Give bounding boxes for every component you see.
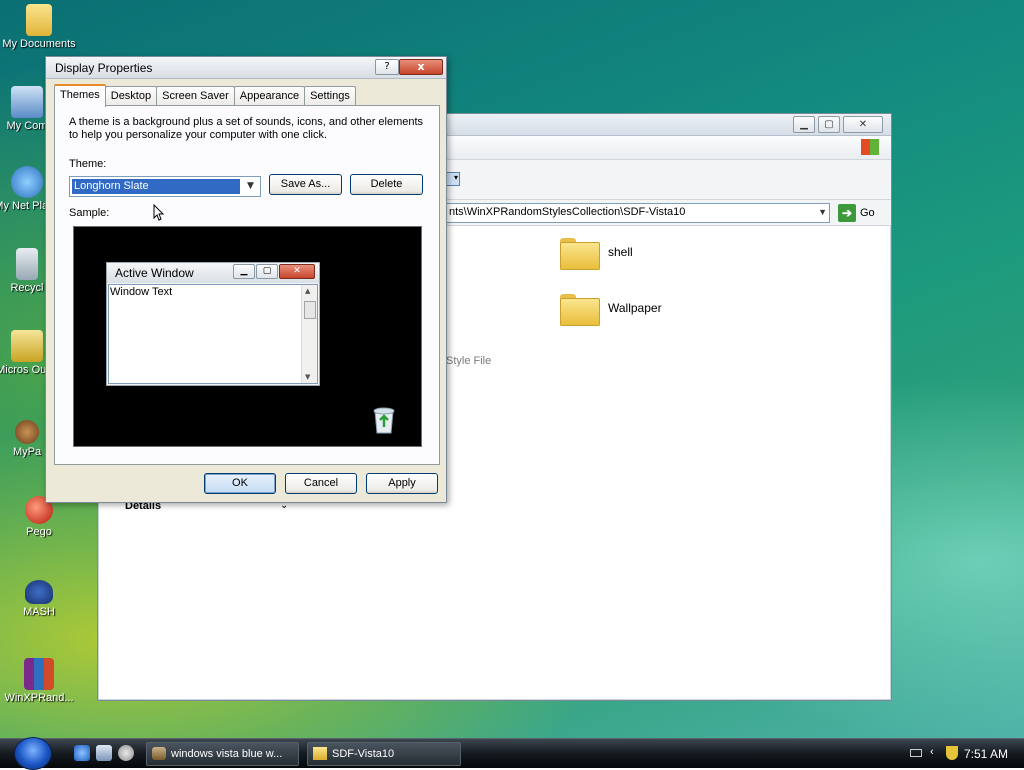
tab-settings[interactable]: Settings	[304, 86, 356, 106]
theme-select[interactable]: Longhorn Slate ▼	[69, 176, 261, 197]
tab-strip: Themes Desktop Screen Saver Appearance S…	[54, 84, 356, 107]
browser-icon	[152, 747, 166, 760]
desktop-manager-icon[interactable]	[96, 745, 112, 761]
chevron-down-icon[interactable]: ▼	[818, 207, 827, 217]
archive-icon	[24, 658, 54, 690]
taskbar-button-explorer[interactable]: SDF-Vista10	[307, 742, 461, 766]
close-button[interactable]: x	[399, 59, 443, 75]
close-icon: ✕	[279, 264, 315, 279]
taskbar-button-browser[interactable]: windows vista blue w...	[146, 742, 299, 766]
app-shortcut-icon	[15, 420, 39, 444]
system-tray: ‹ 7:51 AM	[904, 739, 1024, 769]
themes-description: A theme is a background plus a set of so…	[69, 116, 424, 141]
network-icon	[11, 166, 43, 198]
app-shortcut-icon	[25, 580, 53, 604]
internet-explorer-icon[interactable]	[74, 745, 90, 761]
sample-window-text: Window Text	[110, 286, 173, 298]
keyboard-icon[interactable]	[910, 749, 922, 757]
desktop-icon-label: Pego	[26, 526, 52, 538]
delete-button[interactable]: Delete	[350, 174, 423, 195]
tab-screen-saver[interactable]: Screen Saver	[156, 86, 235, 106]
save-as-button[interactable]: Save As...	[269, 174, 342, 195]
taskbar: windows vista blue w... SDF-Vista10 ‹ 7:…	[0, 737, 1024, 770]
help-button[interactable]: ?	[375, 59, 399, 75]
go-button[interactable]: ➔ Go	[838, 203, 875, 223]
folder-icon	[560, 236, 600, 270]
folder-item-wallpaper[interactable]: Wallpaper	[560, 292, 662, 326]
recycle-bin-icon	[373, 407, 395, 434]
file-type-label: Style File	[446, 355, 492, 367]
theme-sample-preview: Active Window ▁ ▢ ✕ Window Text ▲ ▼	[73, 226, 422, 447]
tab-appearance[interactable]: Appearance	[233, 86, 306, 106]
tab-desktop[interactable]: Desktop	[104, 86, 158, 106]
folder-icon	[26, 4, 52, 36]
display-properties-dialog: Display Properties ? x Themes Desktop Sc…	[45, 56, 447, 503]
scroll-down-icon: ▼	[305, 373, 311, 381]
desktop-icon-label: My Documents	[2, 38, 76, 50]
theme-selected-value: Longhorn Slate	[72, 179, 240, 194]
recycle-bin-icon	[16, 248, 38, 280]
minimize-icon: ▁	[233, 264, 255, 279]
themes-panel: A theme is a background plus a set of so…	[54, 105, 440, 465]
ok-button[interactable]: OK	[204, 473, 276, 494]
folder-name: shell	[608, 245, 633, 259]
sample-active-window: Active Window ▁ ▢ ✕ Window Text ▲ ▼	[106, 262, 320, 386]
maximize-icon: ▢	[256, 264, 278, 279]
clock[interactable]: 7:51 AM	[964, 747, 1008, 761]
windows-logo-icon	[861, 139, 879, 155]
folder-item-shell[interactable]: shell	[560, 236, 633, 270]
minimize-button[interactable]: ▁	[793, 116, 815, 133]
desktop-icon-winxprand[interactable]: WinXPRand...	[0, 658, 78, 704]
cancel-button[interactable]: Cancel	[285, 473, 357, 494]
chevron-down-icon[interactable]: ▼	[242, 178, 259, 195]
desktop: My Documents My Com My Net Place Recycl …	[0, 0, 1024, 738]
media-player-icon[interactable]	[118, 745, 134, 761]
folder-icon	[560, 292, 600, 326]
desktop-icon-mash[interactable]: MASH	[0, 580, 78, 618]
address-input[interactable]: nts\WinXPRandomStylesCollection\SDF-Vist…	[444, 203, 830, 223]
close-button[interactable]: ✕	[843, 116, 883, 133]
desktop-icon-label: MASH	[23, 606, 55, 618]
computer-icon	[11, 86, 43, 118]
chevron-down-icon[interactable]: ▾	[454, 173, 458, 182]
sample-scrollbar: ▲ ▼	[301, 285, 317, 383]
desktop-icon-label: WinXPRand...	[4, 692, 74, 704]
outlook-icon	[11, 330, 43, 362]
desktop-icon-my-documents[interactable]: My Documents	[0, 4, 78, 50]
start-button[interactable]	[14, 737, 52, 770]
maximize-button[interactable]: ▢	[818, 116, 840, 133]
tab-themes[interactable]: Themes	[54, 84, 106, 107]
folder-name: Wallpaper	[608, 301, 662, 315]
folder-icon	[313, 747, 327, 760]
chevron-left-icon[interactable]: ‹	[930, 746, 934, 758]
scroll-up-icon: ▲	[305, 287, 311, 295]
sample-label: Sample:	[69, 207, 110, 219]
apply-button[interactable]: Apply	[366, 473, 438, 494]
scroll-thumb	[304, 301, 316, 319]
mouse-cursor-icon	[153, 204, 165, 221]
theme-label: Theme:	[69, 158, 107, 170]
sample-window-controls: ▁ ▢ ✕	[233, 264, 315, 279]
sample-window-body: Window Text ▲ ▼	[108, 284, 318, 384]
security-shield-icon[interactable]	[946, 746, 958, 760]
go-arrow-icon: ➔	[838, 204, 856, 222]
